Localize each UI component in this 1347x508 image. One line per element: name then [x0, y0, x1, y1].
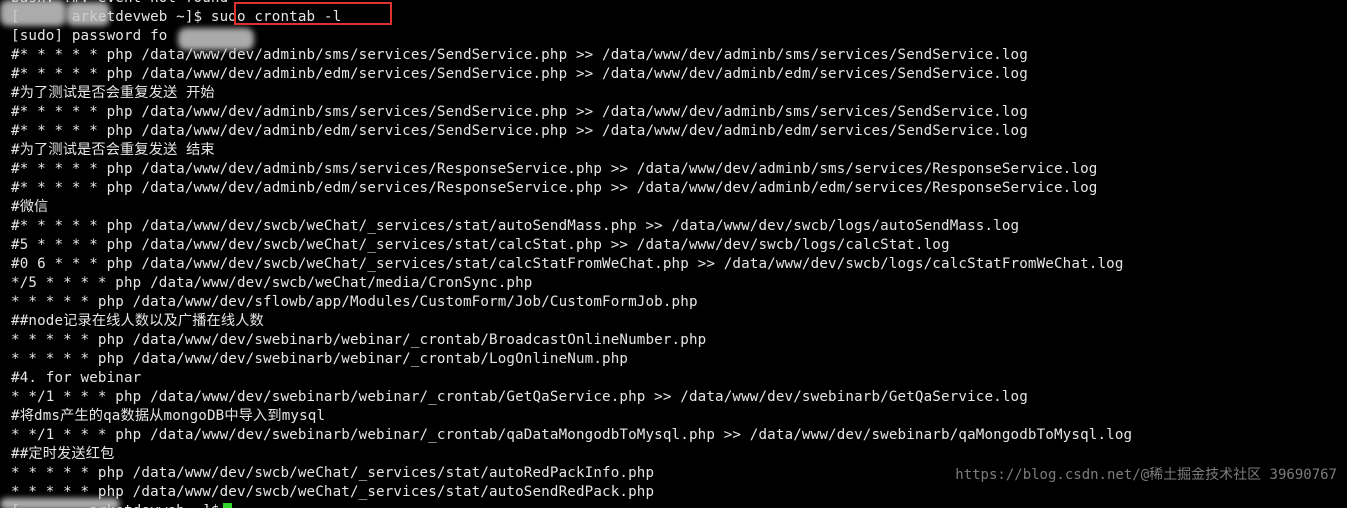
terminal-line: * * * * * php /data/www/dev/swebinarb/we… [11, 331, 1132, 350]
terminal-line: #* * * * * php /data/www/dev/adminb/edm/… [11, 179, 1132, 198]
terminal-line-text: #4. for webinar [11, 370, 142, 386]
terminal-line: */5 * * * * php /data/www/dev/swcb/weCha… [11, 274, 1132, 293]
terminal-line: * * * * * php /data/www/dev/swebinarb/we… [11, 350, 1132, 369]
terminal-line: * * * * * php /data/www/dev/sflowb/app/M… [11, 293, 1132, 312]
terminal-line-text: #* * * * * php /data/www/dev/adminb/edm/… [11, 180, 1098, 196]
terminal-line-text: #* * * * * php /data/www/dev/swcb/weChat… [11, 218, 1020, 234]
terminal-line: #* * * * * php /data/www/dev/swcb/weChat… [11, 217, 1132, 236]
terminal-line-text: * */1 * * * php /data/www/dev/swebinarb/… [11, 389, 1028, 405]
terminal-line: [ arketdevweb ~]$ [11, 502, 1132, 508]
terminal-line: #0 6 * * * php /data/www/dev/swcb/weChat… [11, 255, 1132, 274]
terminal-line-text: * * * * * php /data/www/dev/swebinarb/we… [11, 332, 707, 348]
redacted-hostname-blur [66, 2, 110, 26]
terminal-line: #为了测试是否会重复发送 开始 [11, 84, 1132, 103]
command-highlight-box [234, 2, 392, 25]
terminal-line: #* * * * * php /data/www/dev/adminb/edm/… [11, 65, 1132, 84]
terminal-line: ##node记录在线人数以及广播在线人数 [11, 312, 1132, 331]
terminal-line-text: #为了测试是否会重复发送 开始 [11, 85, 215, 101]
redacted-hostname-blur [0, 498, 120, 508]
terminal-line: bash: !#: event not found [11, 0, 1132, 8]
terminal-line-text: #* * * * * php /data/www/dev/adminb/sms/… [11, 47, 1028, 63]
watermark-url: https://blog.csdn.net/@稀土掘金技术社区 39690767 [922, 448, 1337, 500]
terminal-line: * */1 * * * php /data/www/dev/swebinarb/… [11, 388, 1132, 407]
terminal-window[interactable]: bash: !#: event not found[ arketdevweb ~… [0, 0, 1347, 508]
watermark-url-text: https://blog.csdn.net/ [955, 467, 1141, 483]
redacted-hostname-blur [0, 0, 66, 26]
terminal-line-text: * * * * * php /data/www/dev/swcb/weChat/… [11, 465, 655, 481]
terminal-line-text: #0 6 * * * php /data/www/dev/swcb/weChat… [11, 256, 1124, 272]
watermark-tail-text: @稀土掘金技术社区 39690767 [1140, 467, 1337, 483]
terminal-line: #* * * * * php /data/www/dev/adminb/sms/… [11, 103, 1132, 122]
terminal-line: * */1 * * * php /data/www/dev/swebinarb/… [11, 426, 1132, 445]
terminal-line: #将dms产生的qa数据从mongoDB中导入到mysql [11, 407, 1132, 426]
terminal-line: [ arketdevweb ~]$ sudo crontab -l [11, 8, 1132, 27]
terminal-cursor [222, 503, 232, 508]
terminal-line-text: #* * * * * php /data/www/dev/adminb/edm/… [11, 66, 1028, 82]
terminal-line: #微信 [11, 198, 1132, 217]
terminal-line-text: ##node记录在线人数以及广播在线人数 [11, 313, 264, 329]
terminal-line-text: */5 * * * * php /data/www/dev/swcb/weCha… [11, 275, 533, 291]
terminal-output: bash: !#: event not found[ arketdevweb ~… [11, 0, 1132, 508]
terminal-line: #* * * * * php /data/www/dev/adminb/edm/… [11, 122, 1132, 141]
terminal-line-text: ##定时发送红包 [11, 446, 115, 462]
terminal-line-text: #* * * * * php /data/www/dev/adminb/sms/… [11, 161, 1098, 177]
terminal-line-text: #将dms产生的qa数据从mongoDB中导入到mysql [11, 408, 326, 424]
terminal-line-text: * * * * * php /data/www/dev/sflowb/app/M… [11, 294, 698, 310]
terminal-line-text: #微信 [11, 199, 49, 215]
terminal-line-text: * */1 * * * php /data/www/dev/swebinarb/… [11, 427, 1133, 443]
terminal-line-text: #5 * * * * php /data/www/dev/swcb/weChat… [11, 237, 950, 253]
terminal-line: #* * * * * php /data/www/dev/adminb/sms/… [11, 46, 1132, 65]
terminal-line: #为了测试是否会重复发送 结束 [11, 141, 1132, 160]
terminal-line-text: #* * * * * php /data/www/dev/adminb/sms/… [11, 104, 1028, 120]
terminal-line: #* * * * * php /data/www/dev/adminb/sms/… [11, 160, 1132, 179]
terminal-line-text: [sudo] password fo [11, 28, 168, 44]
terminal-line-text: #为了测试是否会重复发送 结束 [11, 142, 215, 158]
redacted-username-blur [178, 28, 254, 50]
terminal-line-text: #* * * * * php /data/www/dev/adminb/edm/… [11, 123, 1028, 139]
terminal-line: #5 * * * * php /data/www/dev/swcb/weChat… [11, 236, 1132, 255]
terminal-line-text: * * * * * php /data/www/dev/swebinarb/we… [11, 351, 629, 367]
terminal-line: #4. for webinar [11, 369, 1132, 388]
